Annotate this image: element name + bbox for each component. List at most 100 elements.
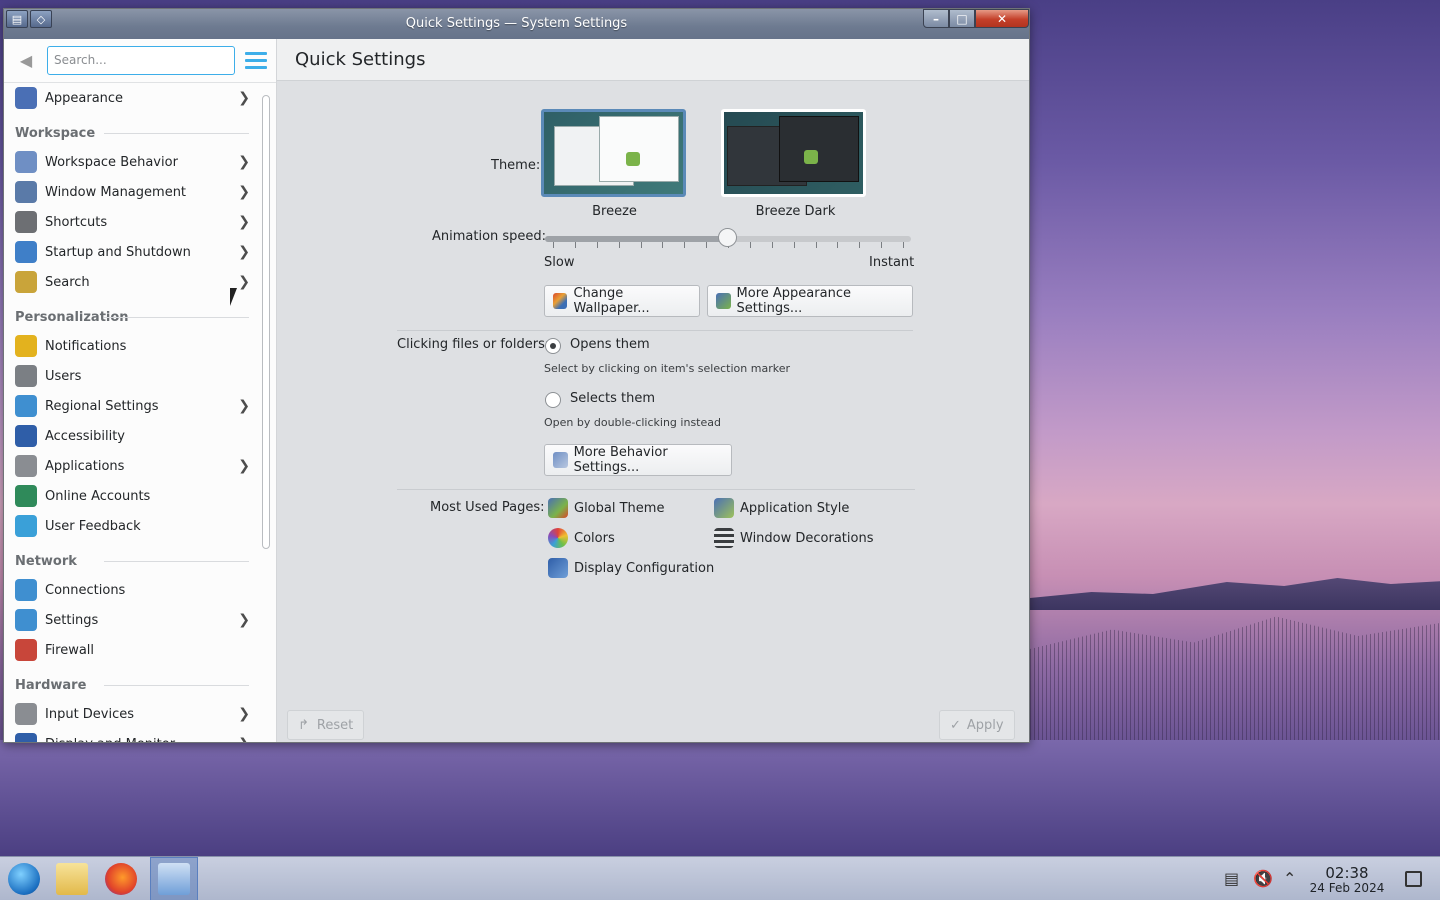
sidebar-item-shortcuts[interactable]: Shortcuts ❯	[4, 207, 256, 237]
users-icon	[15, 365, 37, 387]
startup-icon	[15, 241, 37, 263]
most-used-label: Most Used Pages:	[430, 500, 545, 515]
sidebar-item-user-feedback[interactable]: User Feedback	[4, 511, 256, 541]
sidebar-item-notifications[interactable]: Notifications	[4, 331, 256, 361]
slider-tick	[553, 242, 554, 248]
sidebar-item-display-and-monitor[interactable]: Display and Monitor ❯	[4, 729, 256, 742]
back-icon[interactable]: ◀	[14, 49, 38, 73]
selects-them-label[interactable]: Selects them	[570, 391, 655, 406]
most-used-display-configuration[interactable]: Display Configuration	[548, 558, 714, 578]
chevron-right-icon: ❯	[238, 706, 250, 722]
opens-them-radio[interactable]	[545, 338, 561, 354]
sidebar-item-label: User Feedback	[45, 518, 141, 534]
most-used-colors[interactable]: Colors	[548, 528, 615, 548]
selects-them-radio[interactable]	[545, 392, 561, 408]
keyboard-icon	[15, 211, 37, 233]
separator	[397, 330, 913, 331]
slider-tick	[815, 242, 817, 248]
minimize-button[interactable]: –	[923, 9, 949, 28]
theme-breeze-dark-label: Breeze Dark	[755, 204, 836, 219]
taskbar-file-manager[interactable]	[48, 857, 96, 900]
desktop-hills	[1030, 578, 1440, 610]
display-icon	[15, 733, 37, 742]
selects-them-hint: Open by double-clicking instead	[544, 416, 721, 429]
bell-icon	[15, 335, 37, 357]
display-configuration-icon	[548, 558, 568, 578]
more-appearance-settings-button[interactable]: More Appearance Settings...	[707, 285, 913, 317]
clipboard-icon[interactable]: ▤	[1224, 869, 1239, 888]
chevron-right-icon: ❯	[238, 274, 250, 290]
applications-icon	[15, 455, 37, 477]
slider-tick	[903, 242, 904, 248]
sidebar-item-users[interactable]: Users	[4, 361, 256, 391]
reset-icon: ↱	[298, 717, 309, 733]
window-title: Quick Settings — System Settings	[405, 16, 628, 31]
most-used-application-style[interactable]: Application Style	[714, 498, 849, 518]
slider-slow-label: Slow	[544, 255, 575, 270]
application-style-icon	[714, 498, 734, 518]
slider-tick	[706, 242, 708, 248]
sidebar-item-appearance[interactable]: Appearance ❯	[4, 83, 256, 113]
sidebar-item-label: Accessibility	[45, 428, 125, 444]
sidebar-item-regional-settings[interactable]: Regional Settings ❯	[4, 391, 256, 421]
opens-them-label[interactable]: Opens them	[570, 337, 650, 352]
sidebar-item-label: Input Devices	[45, 706, 135, 722]
reset-button[interactable]: ↱ Reset	[287, 710, 365, 740]
sidebar-item-settings[interactable]: Settings ❯	[4, 605, 256, 635]
volume-muted-icon[interactable]: 🔇	[1253, 869, 1273, 888]
maximize-button[interactable]: □	[949, 9, 975, 28]
search-input[interactable]: Search...	[47, 46, 235, 75]
sidebar-item-label: Applications	[45, 458, 125, 474]
hamburger-menu-icon[interactable]	[245, 52, 267, 69]
start-menu-button[interactable]	[0, 857, 48, 900]
sidebar-item-input-devices[interactable]: Input Devices ❯	[4, 699, 256, 729]
close-button[interactable]: ✕	[975, 9, 1029, 28]
sidebar-item-workspace-behavior[interactable]: Workspace Behavior ❯	[4, 147, 256, 177]
sidebar-item-firewall[interactable]: Firewall	[4, 635, 256, 665]
section-divider	[104, 133, 249, 134]
taskbar-firefox[interactable]	[97, 857, 145, 900]
tray-expand-icon[interactable]: ⌃	[1283, 869, 1296, 888]
sidebar-list: Appearance ❯ Workspace Workspace Behavior ❯ W…	[4, 83, 256, 742]
sidebar-item-startup-and-shutdown[interactable]: Startup and Shutdown ❯	[4, 237, 256, 267]
chevron-right-icon: ❯	[238, 184, 250, 200]
sidebar-item-accessibility[interactable]: Accessibility	[4, 421, 256, 451]
slider-handle[interactable]	[718, 228, 737, 247]
sidebar-section-label: Workspace	[15, 126, 96, 141]
title-bar[interactable]: ▤ ◇ Quick Settings — System Settings – □…	[4, 9, 1029, 39]
show-desktop-icon[interactable]	[1405, 871, 1422, 887]
sidebar-item-window-management[interactable]: Window Management ❯	[4, 177, 256, 207]
sidebar-item-search[interactable]: Search ❯	[4, 267, 256, 297]
search-icon	[15, 271, 37, 293]
slider-tick	[771, 242, 773, 248]
most-used-global-theme[interactable]: Global Theme	[548, 498, 664, 518]
more-behavior-settings-button[interactable]: More Behavior Settings...	[544, 444, 732, 476]
sidebar-section-personalization: Personalization	[4, 297, 256, 331]
sidebar-scrollbar[interactable]	[262, 95, 270, 549]
chevron-right-icon: ❯	[238, 458, 250, 474]
section-divider	[104, 317, 249, 318]
chevron-right-icon: ❯	[238, 398, 250, 414]
sidebar-item-label: Startup and Shutdown	[45, 244, 191, 260]
sidebar-item-label: Regional Settings	[45, 398, 159, 414]
global-theme-icon	[548, 498, 568, 518]
change-wallpaper-button[interactable]: Change Wallpaper...	[544, 285, 700, 317]
theme-breeze-dark-card[interactable]	[721, 109, 866, 197]
sidebar-item-label: Firewall	[45, 642, 95, 658]
chevron-right-icon: ❯	[238, 154, 250, 170]
taskbar-system-settings[interactable]	[150, 857, 198, 900]
apply-button[interactable]: ✓ Apply	[939, 710, 1015, 740]
taskbar: ▤ 🔇 ⌃ 02:38 24 Feb 2024	[0, 856, 1440, 900]
most-used-window-decorations[interactable]: Window Decorations	[714, 528, 874, 548]
theme-breeze-card[interactable]	[541, 109, 686, 197]
slider-tick	[684, 242, 686, 248]
sidebar-item-label: Online Accounts	[45, 488, 151, 504]
clock-time[interactable]: 02:38	[1310, 864, 1384, 882]
sidebar: ◀ Search... Appearance ❯ Workspace Workspac…	[4, 39, 277, 742]
sidebar-item-applications[interactable]: Applications ❯	[4, 451, 256, 481]
sidebar-item-label: Search	[45, 274, 90, 290]
sidebar-item-connections[interactable]: Connections	[4, 575, 256, 605]
clock-date[interactable]: 24 Feb 2024	[1303, 881, 1391, 895]
sidebar-item-online-accounts[interactable]: Online Accounts	[4, 481, 256, 511]
globe-icon	[15, 395, 37, 417]
